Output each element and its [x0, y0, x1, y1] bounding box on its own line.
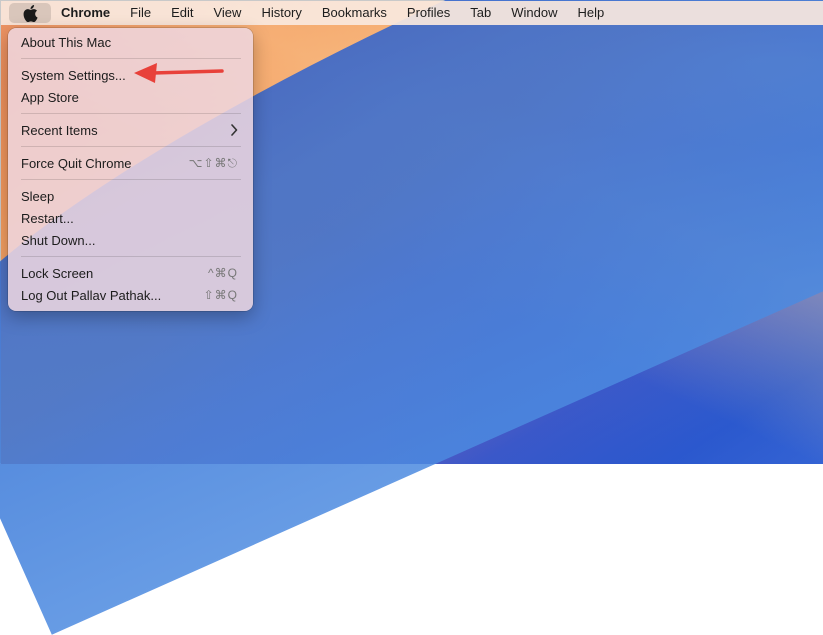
lock-screen-shortcut: ^⌘Q	[208, 266, 238, 280]
menu-item-label: Force Quit Chrome	[21, 155, 132, 171]
menu-separator	[21, 58, 241, 59]
menu-item-about-this-mac[interactable]: About This Mac	[13, 31, 248, 53]
apple-menu-dropdown: About This Mac System Settings... App St…	[8, 28, 253, 311]
menu-item-label: Recent Items	[21, 122, 98, 138]
menu-bar: Chrome File Edit View History Bookmarks …	[1, 1, 823, 25]
menu-item-system-settings[interactable]: System Settings...	[13, 64, 248, 86]
menu-item-label: Sleep	[21, 188, 55, 204]
menu-item-lock-screen[interactable]: Lock Screen ^⌘Q	[13, 262, 248, 284]
menu-item-log-out[interactable]: Log Out Pallav Pathak... ⇧⌘Q	[13, 284, 248, 306]
menu-item-label: System Settings...	[21, 67, 126, 83]
force-quit-shortcut: ⌥⇧⌘⎋	[188, 155, 238, 170]
menu-profiles[interactable]: Profiles	[397, 1, 460, 25]
apple-menu-button[interactable]	[9, 3, 51, 23]
menu-item-force-quit[interactable]: Force Quit Chrome ⌥⇧⌘⎋	[13, 152, 248, 174]
menu-help[interactable]: Help	[568, 1, 615, 25]
menu-item-label: About This Mac	[21, 34, 112, 50]
menu-view[interactable]: View	[203, 1, 251, 25]
menu-item-label: Lock Screen	[21, 265, 94, 281]
menu-item-sleep[interactable]: Sleep	[13, 185, 248, 207]
menu-bookmarks[interactable]: Bookmarks	[312, 1, 397, 25]
menu-separator	[21, 179, 241, 180]
menu-edit[interactable]: Edit	[161, 1, 203, 25]
menu-separator	[21, 256, 241, 257]
menu-file[interactable]: File	[120, 1, 161, 25]
menu-item-label: Log Out Pallav Pathak...	[21, 287, 162, 303]
menu-chrome[interactable]: Chrome	[51, 1, 120, 25]
menu-separator	[21, 113, 241, 114]
menu-separator	[21, 146, 241, 147]
menu-item-restart[interactable]: Restart...	[13, 207, 248, 229]
chevron-right-icon	[231, 124, 238, 136]
menu-item-label: Shut Down...	[21, 232, 96, 248]
menu-item-shut-down[interactable]: Shut Down...	[13, 229, 248, 251]
menu-window[interactable]: Window	[501, 1, 567, 25]
menu-tab[interactable]: Tab	[460, 1, 501, 25]
log-out-shortcut: ⇧⌘Q	[203, 288, 238, 302]
menu-history[interactable]: History	[251, 1, 311, 25]
menu-item-label: Restart...	[21, 210, 74, 226]
menu-item-recent-items[interactable]: Recent Items	[13, 119, 248, 141]
menu-item-app-store[interactable]: App Store	[13, 86, 248, 108]
menu-item-label: App Store	[21, 89, 79, 105]
apple-icon	[23, 4, 38, 22]
